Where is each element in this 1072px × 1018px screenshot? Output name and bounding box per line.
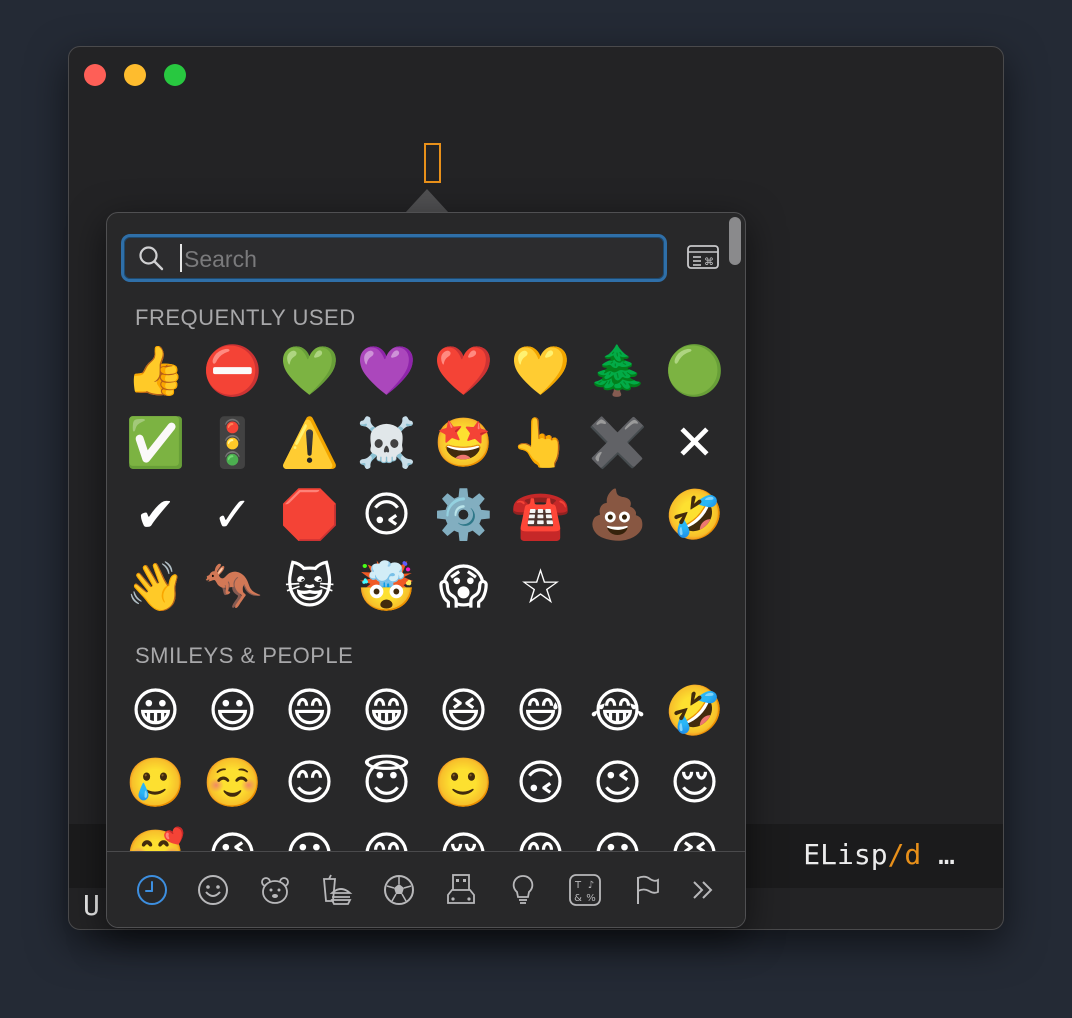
tab-food[interactable] bbox=[319, 872, 355, 908]
smiley-emoji[interactable]: 🥲 bbox=[117, 747, 194, 819]
scrollbar[interactable] bbox=[729, 217, 741, 265]
character-viewer-icon[interactable]: ⌘ bbox=[687, 244, 719, 270]
smiley-emoji[interactable]: 😁 bbox=[348, 675, 425, 747]
svg-text:⌘: ⌘ bbox=[704, 257, 714, 268]
frequent-emoji[interactable]: ✓ bbox=[194, 479, 271, 551]
frequent-emoji[interactable]: 👍 bbox=[117, 335, 194, 407]
smiley-emoji[interactable]: 😊 bbox=[271, 747, 348, 819]
frequent-emoji[interactable]: 🟢 bbox=[656, 335, 733, 407]
smiley-emoji[interactable]: 😉 bbox=[579, 747, 656, 819]
tab-smileys[interactable] bbox=[195, 872, 231, 908]
major-mode-label: ELisp bbox=[803, 838, 888, 871]
smiley-emoji[interactable]: 😌 bbox=[656, 747, 733, 819]
tab-animals[interactable] bbox=[257, 872, 293, 908]
search-input[interactable] bbox=[182, 240, 656, 278]
frequent-emoji[interactable]: 💚 bbox=[271, 335, 348, 407]
frequent-emoji[interactable]: 👆 bbox=[502, 407, 579, 479]
frequent-emoji[interactable]: ❤️ bbox=[425, 335, 502, 407]
frequent-emoji[interactable]: ✕ bbox=[656, 407, 733, 479]
frequent-emoji[interactable]: ☆ bbox=[502, 551, 579, 623]
bear-icon bbox=[261, 877, 289, 904]
smiley-emoji[interactable]: 🙃 bbox=[502, 747, 579, 819]
close-window-button[interactable] bbox=[84, 64, 106, 86]
clock-icon bbox=[137, 875, 167, 905]
frequent-emoji[interactable]: 💜 bbox=[348, 335, 425, 407]
smiley-emoji[interactable]: 😇 bbox=[348, 747, 425, 819]
frequent-emoji[interactable]: 🦘 bbox=[194, 551, 271, 623]
smiley-emoji[interactable]: ☺️ bbox=[194, 747, 271, 819]
smiley-emoji[interactable]: 😅 bbox=[502, 675, 579, 747]
tab-travel[interactable] bbox=[443, 872, 479, 908]
svg-text:T: T bbox=[574, 880, 582, 891]
frequent-emoji[interactable]: ✔ bbox=[117, 479, 194, 551]
tab-objects[interactable] bbox=[505, 872, 541, 908]
character-viewer-popover: ⌘ FREQUENTLY USED 👍⛔💚💜❤️💛🌲🟢 ✅🚦⚠️☠️🤩👆✖️✕ ✔✓… bbox=[106, 212, 746, 928]
smiley-emoji[interactable]: 😃 bbox=[194, 675, 271, 747]
section-title-smileys-people: SMILEYS & PEOPLE bbox=[135, 643, 354, 668]
frequent-emoji[interactable]: 😱 bbox=[425, 551, 502, 623]
soccer-ball-icon bbox=[384, 875, 414, 905]
burger-drink-icon bbox=[323, 874, 353, 905]
symbols-icon: T ♪ & % bbox=[569, 874, 601, 906]
frequent-emoji[interactable]: ✖️ bbox=[579, 407, 656, 479]
frequently-used-grid: 👍 ⛔ 💚 💜 ❤️ 💛 🌲 🟢 ✅ 🚦 ⚠️ ☠️ 🤩 👆 ✖️ ✕ ✔ ✓ 🛑 🙃 ⚙️ ☎️ 💩 🤣 👋 🦘 😺 🤯 😱 ☆ bbox=[117, 335, 733, 623]
smiley-emoji[interactable]: 😀 bbox=[117, 675, 194, 747]
frequent-emoji[interactable]: ⚙️ bbox=[425, 479, 502, 551]
frequent-emoji[interactable]: 🛑 bbox=[271, 479, 348, 551]
frequent-emoji[interactable]: ⛔ bbox=[194, 335, 271, 407]
section-title-frequently-used: FREQUENTLY USED bbox=[135, 305, 356, 330]
chevrons-right-icon bbox=[693, 881, 713, 899]
frequent-emoji[interactable]: 🤣 bbox=[656, 479, 733, 551]
tab-activity[interactable] bbox=[381, 872, 417, 908]
tab-more[interactable] bbox=[685, 872, 721, 908]
smiley-emoji[interactable]: 🤣 bbox=[656, 675, 733, 747]
smiley-emoji[interactable]: 😂 bbox=[579, 675, 656, 747]
tab-recent[interactable] bbox=[134, 872, 170, 908]
frequent-emoji[interactable]: ✅ bbox=[117, 407, 194, 479]
tab-flags[interactable] bbox=[629, 872, 665, 908]
frequent-emoji[interactable]: ⚠️ bbox=[271, 407, 348, 479]
maximize-window-button[interactable] bbox=[164, 64, 186, 86]
text-cursor bbox=[424, 143, 441, 183]
smiley-emoji[interactable]: 😆 bbox=[425, 675, 502, 747]
building-car-icon bbox=[447, 874, 475, 904]
svg-text:&: & bbox=[574, 893, 582, 904]
tab-symbols[interactable]: T ♪ & % bbox=[567, 872, 603, 908]
smiley-emoji[interactable]: 🙂 bbox=[425, 747, 502, 819]
frequent-emoji[interactable]: 💛 bbox=[502, 335, 579, 407]
frequent-emoji[interactable]: 🚦 bbox=[194, 407, 271, 479]
frequent-emoji[interactable]: 🌲 bbox=[579, 335, 656, 407]
frequent-emoji[interactable]: ☠️ bbox=[348, 407, 425, 479]
frequent-emoji[interactable]: 🤩 bbox=[425, 407, 502, 479]
search-icon bbox=[139, 246, 164, 271]
mode-line-mode: ELisp/d … bbox=[803, 838, 955, 871]
search-field[interactable] bbox=[121, 234, 667, 282]
frequent-emoji[interactable]: 👋 bbox=[117, 551, 194, 623]
lightbulb-icon bbox=[512, 875, 534, 904]
category-bar: T ♪ & % bbox=[107, 851, 745, 927]
mode-line-ellipsis: … bbox=[921, 838, 955, 871]
smiley-emoji[interactable]: 😄 bbox=[271, 675, 348, 747]
popover-arrow bbox=[405, 189, 449, 213]
svg-text:♪: ♪ bbox=[588, 880, 594, 891]
minibuffer: U bbox=[83, 889, 100, 922]
flag-icon bbox=[637, 875, 659, 904]
frequent-emoji[interactable]: 💩 bbox=[579, 479, 656, 551]
svg-text:%: % bbox=[586, 893, 596, 904]
frequent-emoji[interactable]: 🙃 bbox=[348, 479, 425, 551]
minimize-window-button[interactable] bbox=[124, 64, 146, 86]
frequent-emoji[interactable]: ☎️ bbox=[502, 479, 579, 551]
minor-mode-label: /d bbox=[887, 838, 922, 871]
smiley-icon bbox=[198, 875, 228, 905]
frequent-emoji[interactable]: 😺 bbox=[271, 551, 348, 623]
frequent-emoji[interactable]: 🤯 bbox=[348, 551, 425, 623]
